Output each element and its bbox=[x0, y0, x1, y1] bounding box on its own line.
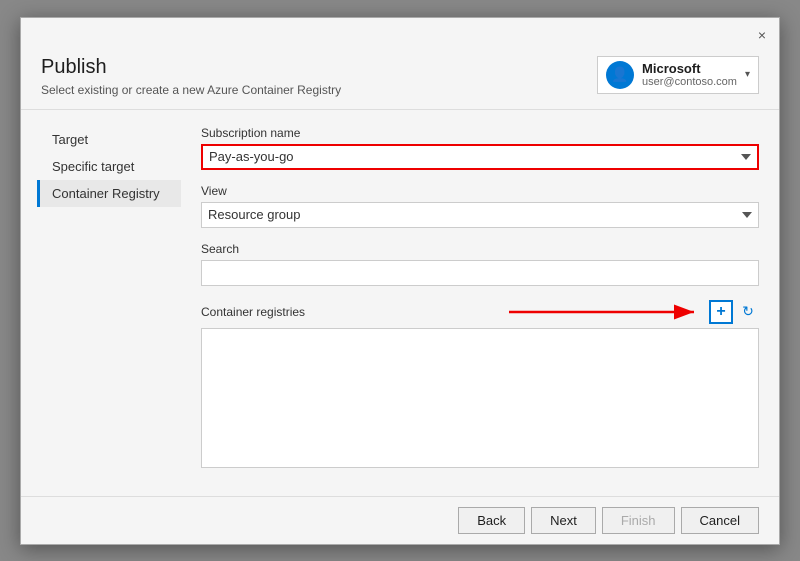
dialog-title: Publish bbox=[41, 56, 341, 79]
search-group: Search bbox=[201, 242, 759, 286]
header-text: Publish Select existing or create a new … bbox=[41, 56, 341, 97]
cancel-button[interactable]: Cancel bbox=[681, 507, 759, 534]
subscription-label: Subscription name bbox=[201, 126, 759, 140]
account-email: user@contoso.com bbox=[642, 76, 737, 88]
finish-button[interactable]: Finish bbox=[602, 507, 675, 534]
registries-label: Container registries bbox=[201, 305, 305, 319]
account-chevron-icon: ▾ bbox=[745, 69, 750, 80]
footer: Back Next Finish Cancel bbox=[21, 496, 779, 544]
content-area: Target Specific target Container Registr… bbox=[21, 110, 779, 496]
account-name: Microsoft bbox=[642, 61, 737, 76]
account-widget[interactable]: 👤 Microsoft user@contoso.com ▾ bbox=[597, 56, 759, 94]
dialog-subtitle: Select existing or create a new Azure Co… bbox=[41, 83, 341, 97]
search-label: Search bbox=[201, 242, 759, 256]
close-button[interactable]: × bbox=[753, 26, 771, 44]
view-group: View Resource groupLocationType bbox=[201, 184, 759, 228]
sidebar-target-label: Target bbox=[52, 132, 88, 147]
sidebar-container-registry-label: Container Registry bbox=[52, 186, 160, 201]
view-select[interactable]: Resource groupLocationType bbox=[201, 202, 759, 228]
sidebar-item-target[interactable]: Target bbox=[37, 126, 181, 153]
header-section: Publish Select existing or create a new … bbox=[21, 46, 779, 110]
next-button[interactable]: Next bbox=[531, 507, 596, 534]
back-button[interactable]: Back bbox=[458, 507, 525, 534]
add-registry-button[interactable]: + bbox=[709, 300, 733, 324]
account-avatar: 👤 bbox=[606, 61, 634, 89]
registries-header: Container registries + ↻ bbox=[201, 300, 759, 324]
container-registries-section: Container registries + ↻ bbox=[201, 300, 759, 468]
sidebar-specific-target-label: Specific target bbox=[52, 159, 134, 174]
refresh-button[interactable]: ↻ bbox=[737, 301, 759, 323]
publish-dialog: × Publish Select existing or create a ne… bbox=[20, 17, 780, 545]
main-form: Subscription name Pay-as-you-go View Res… bbox=[181, 126, 779, 480]
view-label: View bbox=[201, 184, 759, 198]
sidebar-item-container-registry[interactable]: Container Registry bbox=[37, 180, 181, 207]
search-input[interactable] bbox=[201, 260, 759, 286]
sidebar: Target Specific target Container Registr… bbox=[21, 126, 181, 480]
registries-list[interactable] bbox=[201, 328, 759, 468]
red-arrow-icon bbox=[509, 302, 709, 322]
subscription-group: Subscription name Pay-as-you-go bbox=[201, 126, 759, 170]
title-bar: × bbox=[21, 18, 779, 46]
subscription-select[interactable]: Pay-as-you-go bbox=[201, 144, 759, 170]
sidebar-item-specific-target[interactable]: Specific target bbox=[37, 153, 181, 180]
account-info: Microsoft user@contoso.com bbox=[642, 61, 737, 88]
